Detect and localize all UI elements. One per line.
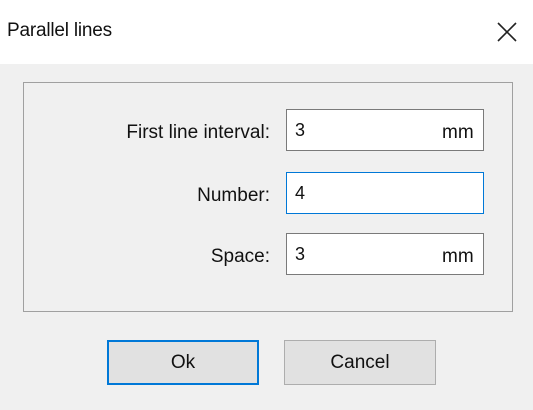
dialog-title: Parallel lines — [7, 20, 112, 41]
close-icon — [497, 22, 517, 42]
title-bar: Parallel lines — [0, 0, 533, 64]
number-input[interactable] — [286, 172, 484, 214]
first-line-interval-unit: mm — [442, 122, 474, 143]
space-label: Space: — [210, 246, 270, 267]
first-line-interval-label: First line interval: — [126, 122, 270, 143]
space-unit: mm — [442, 246, 474, 267]
parallel-lines-dialog: Parallel lines First line interval: mm N… — [0, 0, 533, 410]
settings-group-box: First line interval: mm Number: Space: m… — [23, 82, 513, 312]
close-button[interactable] — [489, 14, 525, 50]
number-label: Number: — [197, 185, 270, 206]
ok-button[interactable]: Ok — [107, 340, 259, 385]
cancel-button[interactable]: Cancel — [284, 340, 436, 385]
